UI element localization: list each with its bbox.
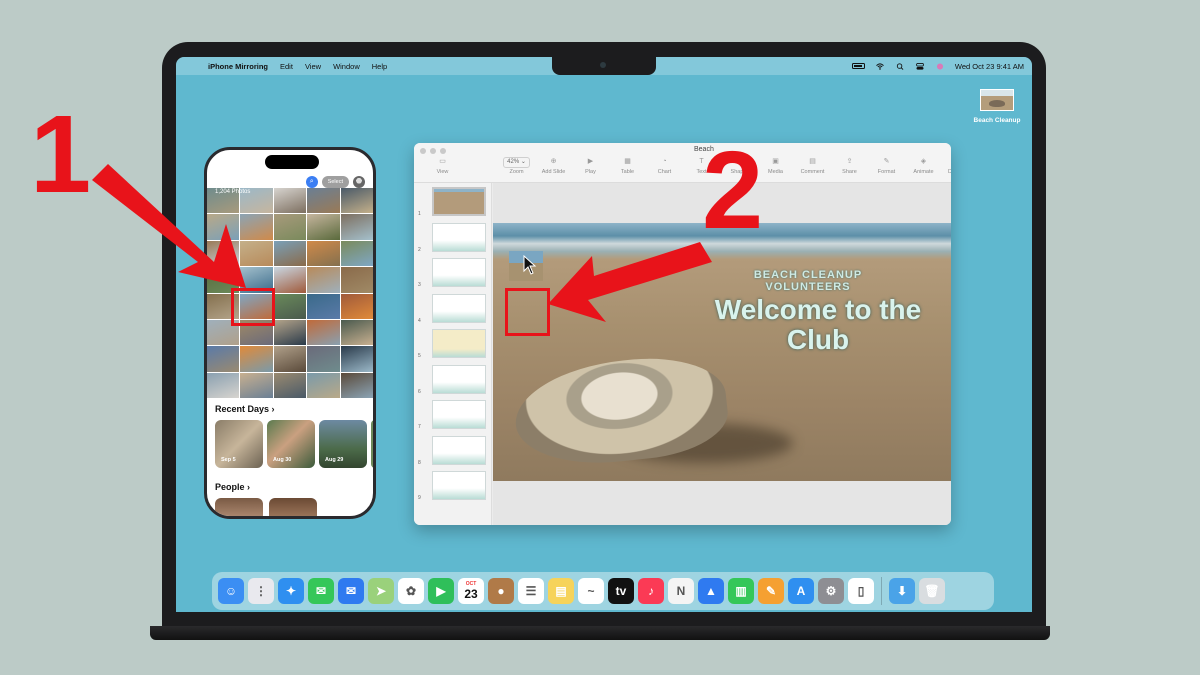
camera-notch (552, 57, 656, 75)
photos-count: 1,204 Photos (215, 189, 251, 195)
signal-wifi-battery-icon: ▮▮ ◠ ▭ (328, 157, 355, 163)
photos-search-icon[interactable]: ⌕ (305, 176, 318, 188)
iphone-time: 9:41 (229, 155, 246, 164)
arrow-two (548, 242, 712, 322)
photos-header: Photos 1,204 Photos (215, 172, 262, 195)
account-avatar[interactable] (353, 176, 365, 188)
photos-select-button[interactable]: Select (321, 176, 349, 188)
dynamic-island (265, 155, 319, 169)
photos-title: Photos (215, 172, 263, 188)
annotation-arrows (92, 164, 712, 322)
